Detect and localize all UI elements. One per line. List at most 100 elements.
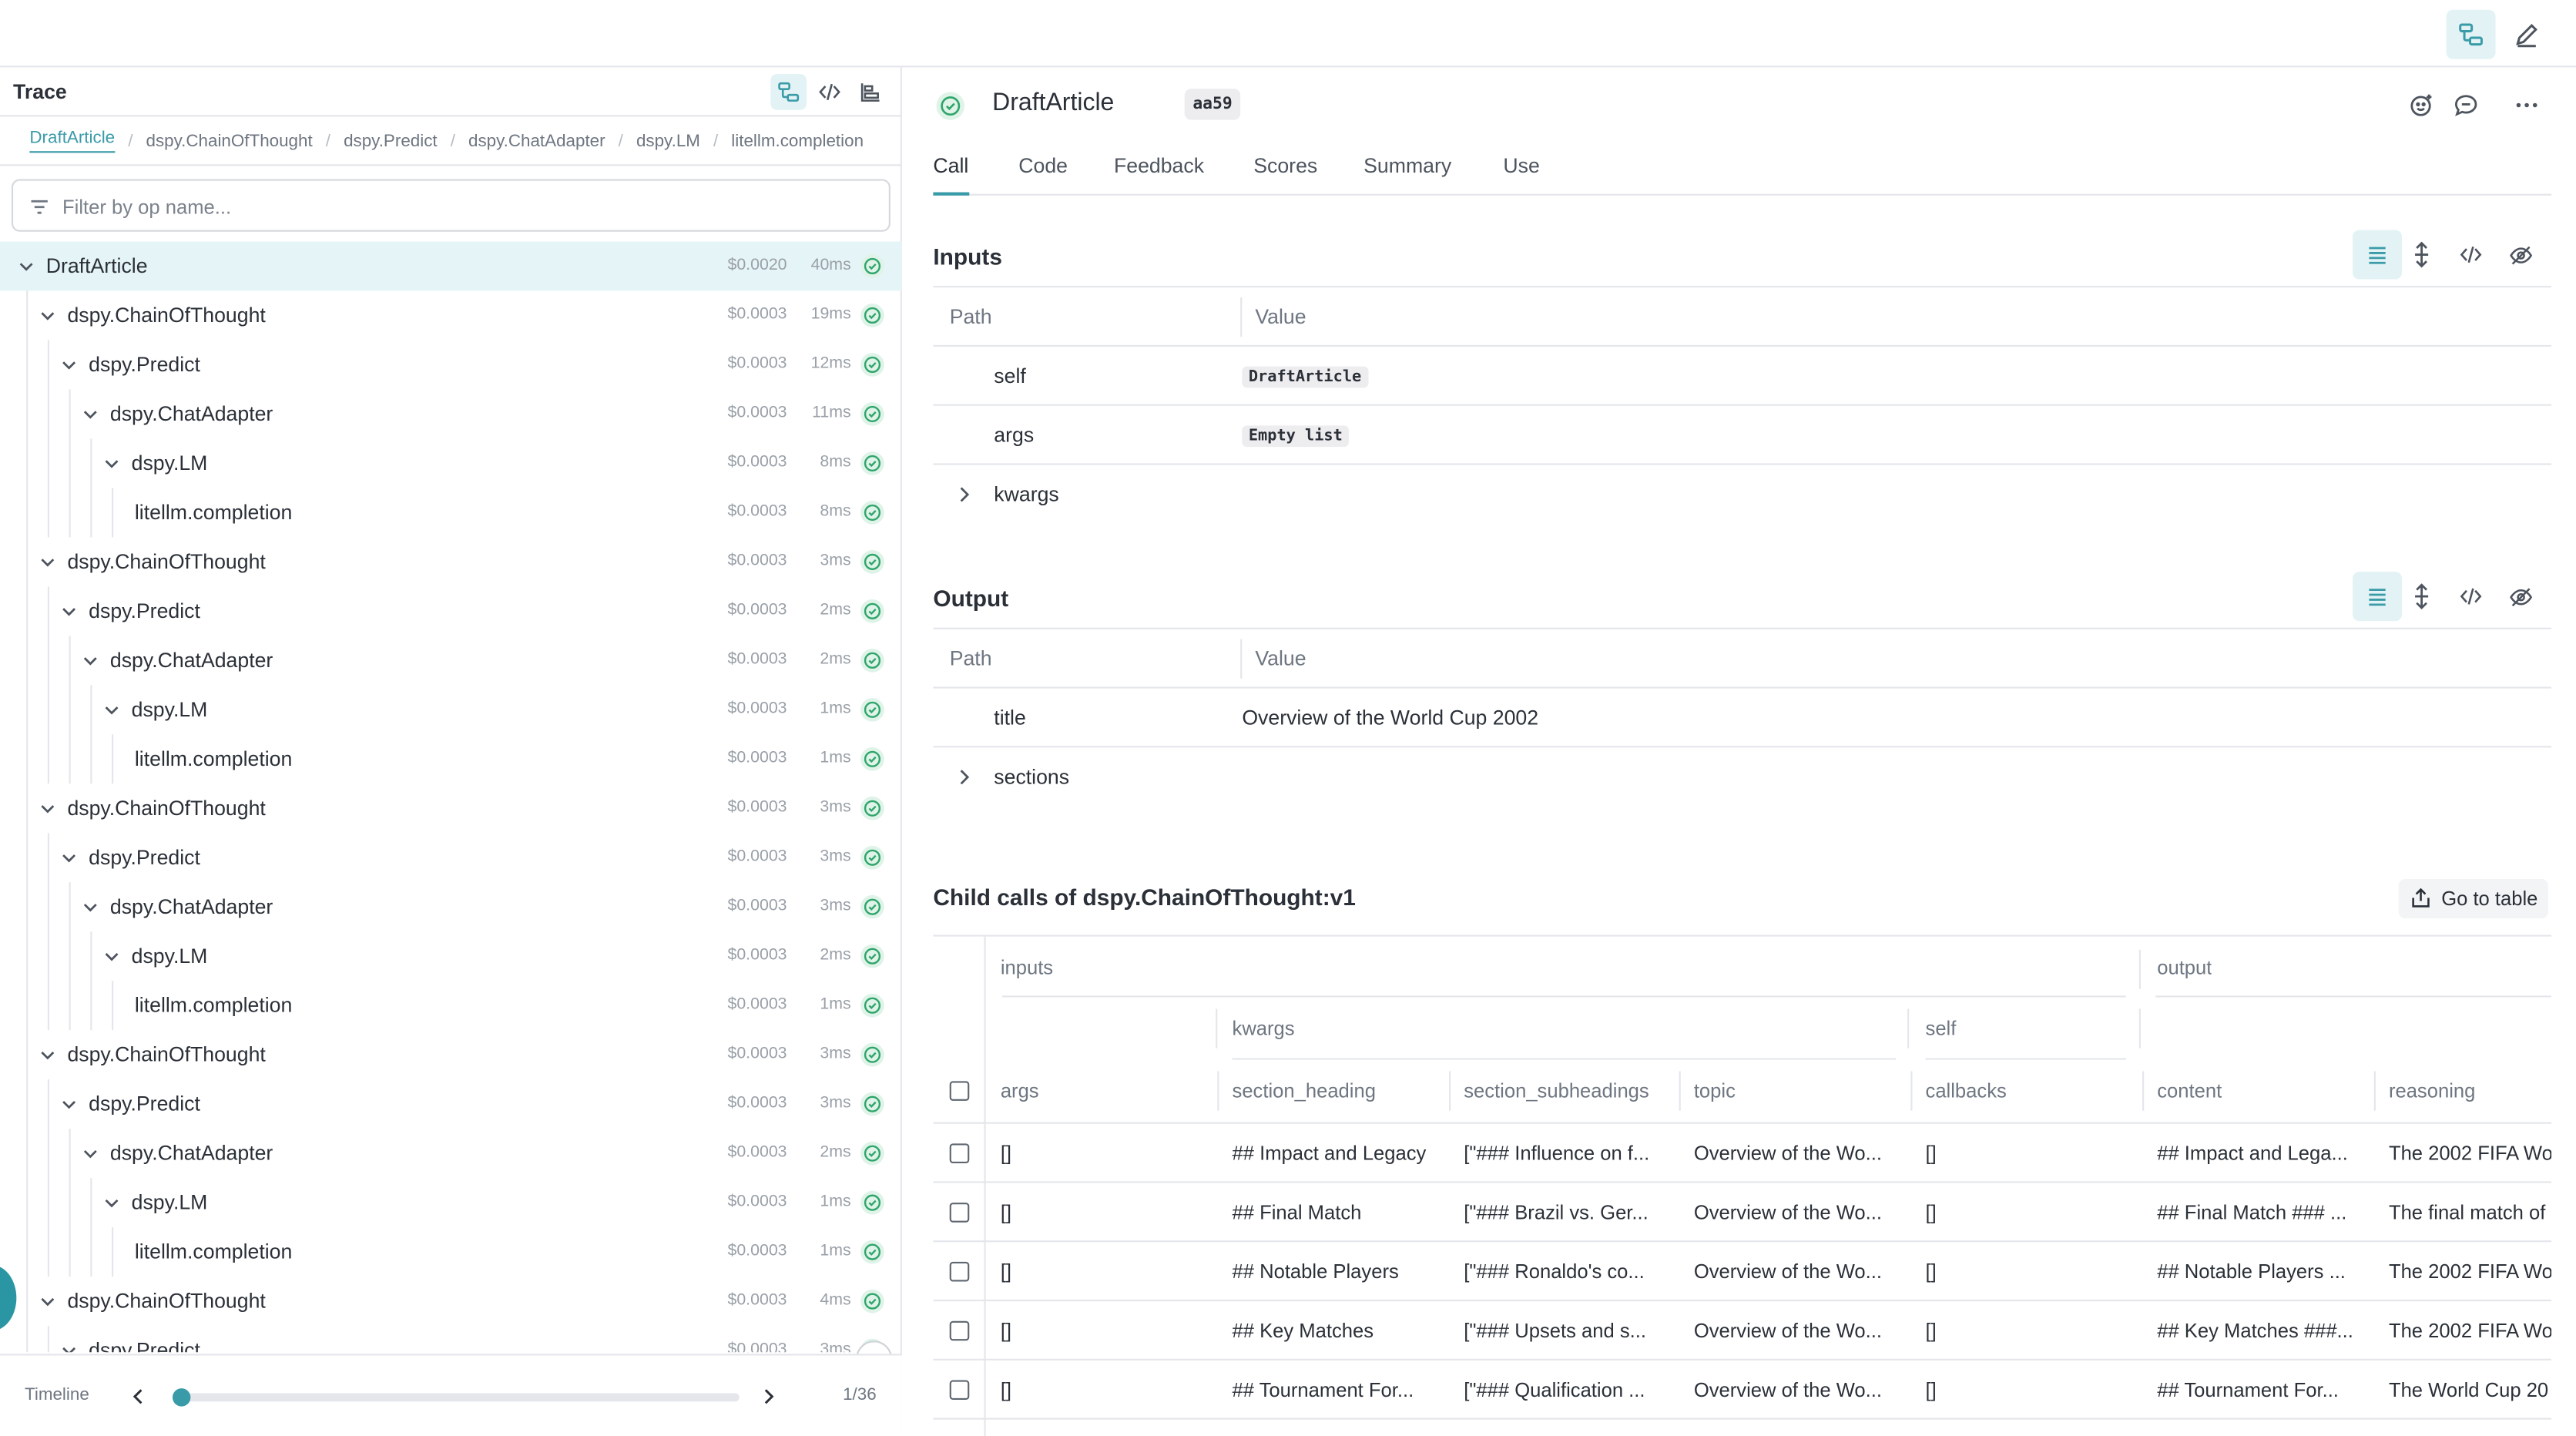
trace-tree-row[interactable]: litellm.completion $0.0003 1ms [0, 1227, 902, 1277]
list-view-button[interactable] [2353, 230, 2403, 280]
breadcrumb-item[interactable]: dspy.ChatAdapter [468, 131, 605, 151]
row-checkbox[interactable] [949, 1320, 970, 1341]
json-view-button[interactable] [2453, 237, 2489, 273]
flame-graph-button[interactable] [853, 74, 889, 110]
chevron-down-icon[interactable] [81, 651, 101, 671]
tree-view-button[interactable] [770, 73, 807, 110]
trace-row-cost: $0.0003 [727, 453, 787, 472]
table-row: self DraftArticle [933, 347, 2552, 406]
chevron-down-icon[interactable] [16, 257, 36, 277]
trace-row-cost: $0.0003 [727, 354, 787, 374]
trace-tree-row[interactable]: DraftArticle $0.0020 40ms [0, 241, 902, 291]
table-cell: ## Key Matches ###... [2157, 1319, 2353, 1343]
trace-tree-row[interactable]: litellm.completion $0.0003 1ms [0, 734, 902, 783]
trace-tree-row[interactable]: dspy.Predict $0.0003 3ms [0, 1326, 902, 1353]
trace-row-cost: $0.0003 [727, 798, 787, 817]
emoji-add-icon[interactable] [2409, 92, 2435, 118]
json-view-button[interactable] [2453, 579, 2489, 615]
filter-input[interactable] [62, 190, 868, 224]
trace-row-duration: 8ms [820, 502, 851, 522]
chevron-down-icon[interactable] [102, 946, 122, 966]
chevron-right-icon [960, 487, 970, 502]
trace-tree-row[interactable]: litellm.completion $0.0003 1ms [0, 981, 902, 1030]
trace-tree-row[interactable]: dspy.LM $0.0003 2ms [0, 931, 902, 981]
tab-use[interactable]: Use [1503, 154, 1539, 195]
trace-tree: DraftArticle $0.0020 40ms dspy.ChainOfThoug… [0, 241, 902, 1353]
trace-tree-row-label: DraftArticle [45, 254, 148, 278]
timeline-slider[interactable] [171, 1388, 740, 1407]
hide-button[interactable] [2502, 237, 2538, 273]
value-pill: DraftArticle [1242, 366, 1368, 388]
more-icon[interactable] [2514, 92, 2540, 118]
tab-call[interactable]: Call [933, 154, 969, 196]
table-row-expandable[interactable]: sections [933, 747, 2551, 807]
row-checkbox[interactable] [949, 1203, 970, 1223]
chevron-down-icon[interactable] [38, 1291, 58, 1311]
chevron-down-icon[interactable] [81, 897, 101, 917]
trace-tree-row[interactable]: dspy.ChatAdapter $0.0003 3ms [0, 882, 902, 931]
comment-icon[interactable] [2453, 92, 2479, 118]
trace-tree-row[interactable]: dspy.LM $0.0003 8ms [0, 438, 902, 488]
chevron-down-icon[interactable] [81, 1143, 101, 1163]
chevron-down-icon[interactable] [59, 602, 79, 622]
chevron-left-icon[interactable] [129, 1387, 146, 1407]
check-circle-icon [859, 302, 885, 328]
trace-tree-row[interactable]: dspy.Predict $0.0003 3ms [0, 1079, 902, 1129]
row-checkbox[interactable] [949, 1261, 970, 1282]
hide-button[interactable] [2502, 579, 2538, 615]
trace-tree-row[interactable]: dspy.ChainOfThought $0.0003 4ms [0, 1277, 902, 1326]
breadcrumb-item[interactable]: dspy.ChainOfThought [146, 131, 313, 151]
timeline-thumb[interactable] [171, 1388, 190, 1407]
trace-tree-row[interactable]: dspy.ChainOfThought $0.0003 19ms [0, 290, 902, 340]
output-toolbar [2353, 572, 2551, 622]
chevron-down-icon[interactable] [81, 404, 101, 424]
chevron-down-icon[interactable] [102, 1193, 122, 1213]
list-view-button[interactable] [2353, 572, 2403, 622]
chevron-right-icon[interactable] [760, 1387, 776, 1407]
trace-tree-row[interactable]: dspy.Predict $0.0003 2ms [0, 586, 902, 636]
chevron-down-icon[interactable] [59, 355, 79, 375]
chevron-down-icon[interactable] [59, 847, 79, 867]
table-cell: ["### Qualification ... [1464, 1378, 1645, 1402]
breadcrumb-item[interactable]: dspy.Predict [344, 131, 438, 151]
row-checkbox[interactable] [949, 1143, 970, 1163]
trace-tree-row[interactable]: dspy.LM $0.0003 1ms [0, 685, 902, 734]
breadcrumb-item[interactable]: dspy.LM [636, 131, 700, 151]
expand-all-button[interactable] [2403, 579, 2440, 615]
go-to-table-button[interactable]: Go to table [2398, 878, 2548, 919]
table-cell: ## Tournament For... [1232, 1378, 1414, 1402]
trace-tree-row-label: dspy.ChainOfThought [67, 1043, 266, 1067]
chevron-down-icon[interactable] [38, 1045, 58, 1065]
breadcrumb-item[interactable]: litellm.completion [731, 131, 864, 151]
trace-tree-toggle-button[interactable] [2446, 9, 2496, 59]
trace-tree-row[interactable]: dspy.ChainOfThought $0.0003 3ms [0, 1030, 902, 1079]
tab-summary[interactable]: Summary [1363, 154, 1451, 195]
tab-scores[interactable]: Scores [1253, 154, 1317, 195]
trace-tree-row[interactable]: dspy.ChatAdapter $0.0003 2ms [0, 636, 902, 685]
trace-row-cost: $0.0003 [727, 1045, 787, 1063]
chevron-down-icon[interactable] [102, 700, 122, 720]
row-checkbox[interactable] [949, 1380, 970, 1401]
trace-tree-row[interactable]: dspy.LM $0.0003 1ms [0, 1178, 902, 1227]
select-all-checkbox[interactable] [949, 1081, 970, 1101]
trace-tree-row[interactable]: litellm.completion $0.0003 8ms [0, 488, 902, 537]
chevron-down-icon[interactable] [59, 1340, 79, 1353]
trace-tree-row[interactable]: dspy.ChainOfThought $0.0003 3ms [0, 537, 902, 586]
chevron-down-icon[interactable] [59, 1094, 79, 1114]
code-view-button[interactable] [812, 74, 848, 110]
edit-button[interactable] [2502, 10, 2551, 59]
expand-all-button[interactable] [2403, 237, 2440, 273]
trace-tree-row[interactable]: dspy.Predict $0.0003 3ms [0, 833, 902, 882]
trace-tree-row[interactable]: dspy.ChainOfThought $0.0003 3ms [0, 783, 902, 833]
table-row-expandable[interactable]: kwargs [933, 465, 2551, 525]
tab-feedback[interactable]: Feedback [1114, 154, 1204, 195]
breadcrumb-item[interactable]: DraftArticle [29, 128, 116, 153]
chevron-down-icon[interactable] [38, 306, 58, 326]
chevron-down-icon[interactable] [102, 454, 122, 474]
chevron-down-icon[interactable] [38, 798, 58, 818]
trace-tree-row[interactable]: dspy.ChatAdapter $0.0003 11ms [0, 389, 902, 438]
trace-tree-row[interactable]: dspy.Predict $0.0003 12ms [0, 340, 902, 389]
tab-code[interactable]: Code [1018, 154, 1068, 195]
chevron-down-icon[interactable] [38, 552, 58, 572]
trace-tree-row[interactable]: dspy.ChatAdapter $0.0003 2ms [0, 1129, 902, 1178]
